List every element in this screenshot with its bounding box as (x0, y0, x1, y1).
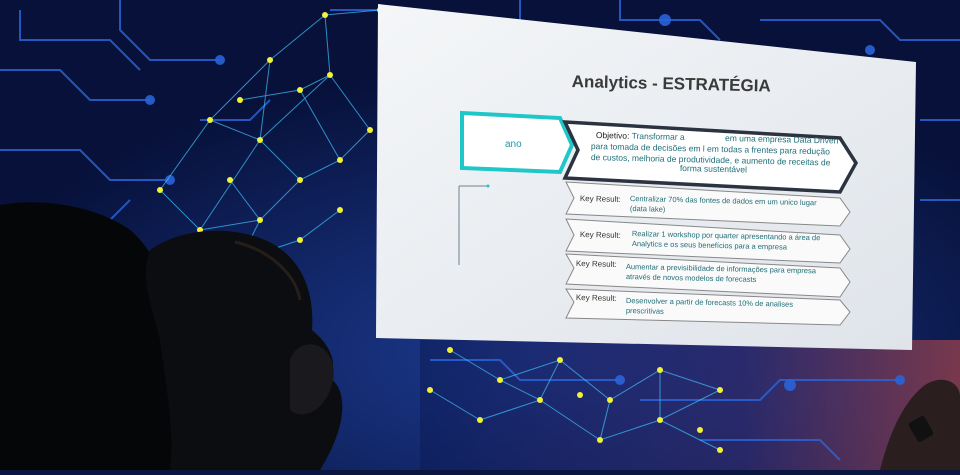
silhouette-layer (0, 202, 960, 470)
audience-silhouettes (0, 0, 960, 470)
